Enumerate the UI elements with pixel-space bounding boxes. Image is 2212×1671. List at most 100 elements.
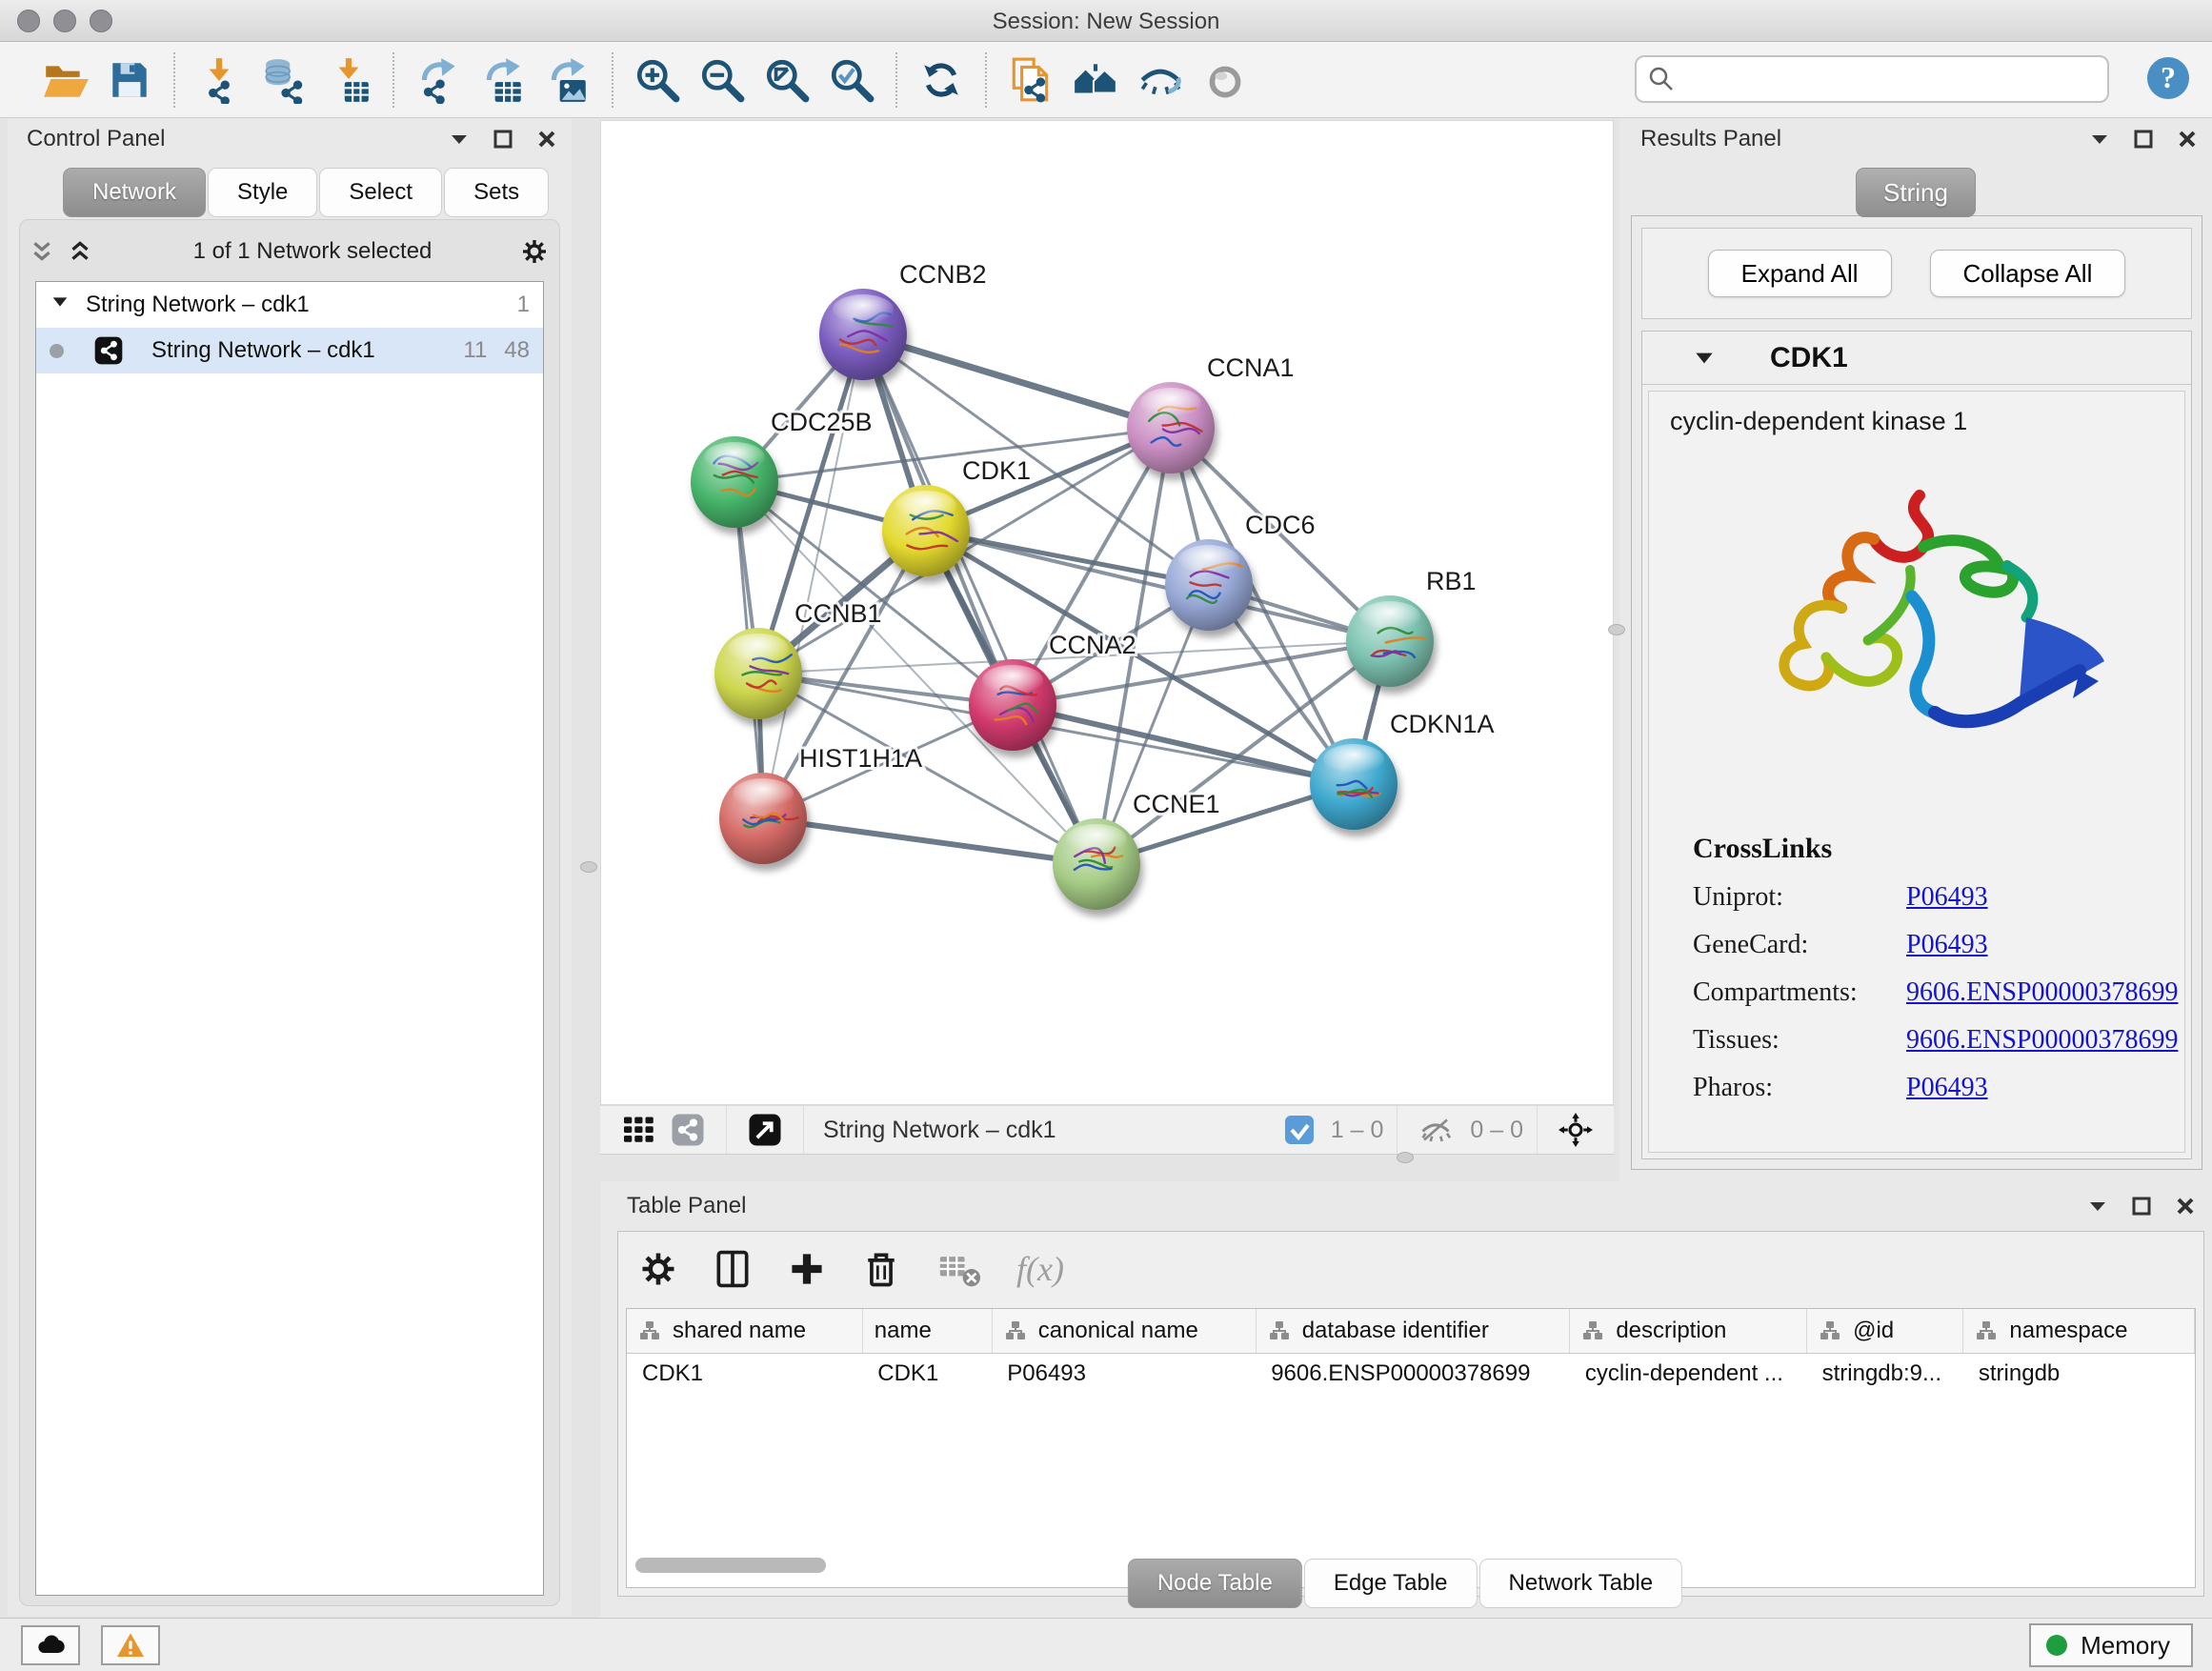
table-cell[interactable]: CDK1 — [627, 1353, 862, 1395]
tab-sets[interactable]: Sets — [444, 168, 549, 217]
network-node-CCNB1[interactable]: CCNB1 — [714, 599, 882, 719]
expand-all-icon[interactable] — [68, 239, 92, 264]
column-header-description[interactable]: description — [1570, 1309, 1807, 1353]
panel-close-icon[interactable] — [2174, 1195, 2197, 1218]
table-cell[interactable]: P06493 — [992, 1353, 1256, 1395]
pan-move-icon[interactable] — [1558, 1113, 1593, 1147]
network-options-gear-icon[interactable] — [519, 236, 550, 267]
zoom-out-button[interactable] — [695, 53, 749, 107]
zoom-in-button[interactable] — [631, 53, 684, 107]
network-node-HIST1H1A[interactable]: HIST1H1A — [719, 744, 922, 864]
column-header-name[interactable]: name — [862, 1309, 992, 1353]
tab-node-table[interactable]: Node Table — [1128, 1559, 1302, 1608]
network-collection-row[interactable]: String Network – cdk1 1 — [36, 282, 543, 328]
export-image-button[interactable] — [541, 53, 594, 107]
hidden-eye-icon[interactable] — [1418, 1113, 1453, 1147]
panel-close-icon[interactable] — [2176, 128, 2199, 151]
grid-view-icon[interactable] — [621, 1113, 655, 1147]
network-node-CDK1[interactable]: CDK1 — [882, 456, 1031, 576]
column-header-canonical-name[interactable]: canonical name — [992, 1309, 1256, 1353]
show-all-networks-button[interactable] — [1069, 53, 1122, 107]
tab-network-table[interactable]: Network Table — [1479, 1559, 1683, 1608]
network-view[interactable]: CCNB2 CCNA1 CDC25B CDK1 CDC6 RB1 CCNB1 C… — [600, 120, 1614, 1105]
table-cell[interactable]: cyclin-dependent ... — [1570, 1353, 1807, 1395]
network-share-view-icon[interactable] — [671, 1113, 705, 1147]
table-cell[interactable]: 9606.ENSP00000378699 — [1256, 1353, 1570, 1395]
delete-column-trash-icon[interactable] — [860, 1248, 902, 1290]
help-icon[interactable]: ? — [2145, 55, 2191, 101]
refresh-button[interactable] — [915, 53, 968, 107]
table-hscrollbar-thumb[interactable] — [635, 1558, 826, 1573]
memory-button[interactable]: Memory — [2029, 1623, 2193, 1667]
expand-all-button[interactable]: Expand All — [1708, 250, 1892, 297]
tab-network[interactable]: Network — [63, 168, 206, 217]
import-table-button[interactable] — [322, 53, 375, 107]
tab-select[interactable]: Select — [319, 168, 442, 217]
collapse-caret-icon[interactable] — [1692, 346, 1717, 371]
column-header-shared-name[interactable]: shared name — [627, 1309, 862, 1353]
node-label-CCNA2: CCNA2 — [1049, 631, 1136, 659]
export-table-button[interactable] — [476, 53, 530, 107]
delete-table-icon[interactable] — [935, 1248, 984, 1290]
network-node-CDKN1A[interactable]: CDKN1A — [1310, 710, 1495, 830]
warnings-button[interactable] — [101, 1625, 160, 1665]
node-result-header[interactable]: CDK1 — [1642, 332, 2191, 385]
panel-close-icon[interactable] — [535, 128, 558, 151]
search-input[interactable] — [1675, 66, 2084, 92]
hide-selected-button[interactable] — [1134, 53, 1187, 107]
table-cell[interactable]: stringdb:9... — [1807, 1353, 1963, 1395]
column-header-namespace[interactable]: namespace — [1963, 1309, 2195, 1353]
network-edge-HIST1H1A-CCNE1[interactable] — [763, 818, 1096, 864]
zoom-selected-button[interactable] — [825, 53, 878, 107]
tab-style[interactable]: Style — [208, 168, 317, 217]
inspector-orb-button[interactable] — [1198, 53, 1252, 107]
table-row[interactable]: CDK1CDK1P064939606.ENSP00000378699cyclin… — [627, 1353, 2195, 1395]
network-node-RB1[interactable]: RB1 — [1346, 567, 1477, 687]
crosslink-link[interactable]: 9606.ENSP00000378699 — [1906, 977, 2178, 1007]
crosslink-link[interactable]: 9606.ENSP00000378699 — [1906, 1025, 2178, 1055]
show-columns-icon[interactable] — [712, 1248, 754, 1290]
cloud-status-button[interactable] — [21, 1625, 80, 1665]
clone-network-button[interactable] — [1004, 53, 1057, 107]
network-node-CCNE1[interactable]: CCNE1 — [1053, 790, 1220, 910]
left-splitter-handle[interactable] — [580, 861, 597, 873]
add-column-icon[interactable] — [786, 1248, 828, 1290]
panel-menu-caret-icon[interactable] — [448, 128, 471, 151]
panel-float-icon[interactable] — [492, 128, 514, 151]
panel-float-icon[interactable] — [2130, 1195, 2153, 1218]
column-header--id[interactable]: @id — [1807, 1309, 1963, 1353]
table-cell[interactable]: stringdb — [1963, 1353, 2195, 1395]
crosslink-link[interactable]: P06493 — [1906, 930, 1988, 959]
column-header-database-identifier[interactable]: database identifier — [1256, 1309, 1570, 1353]
search-box[interactable] — [1635, 55, 2109, 103]
network-node-CCNA2[interactable]: CCNA2 — [969, 631, 1136, 751]
collapse-all-icon[interactable] — [30, 239, 54, 264]
panel-menu-caret-icon[interactable] — [2086, 1195, 2109, 1218]
column-type-icon — [1581, 1319, 1604, 1342]
network-node-CCNA1[interactable]: CCNA1 — [1127, 353, 1295, 473]
import-network-database-button[interactable] — [257, 53, 311, 107]
birdseye-view-icon[interactable] — [748, 1113, 782, 1147]
tree-expand-caret-icon[interactable] — [50, 292, 70, 312]
crosslink-link[interactable]: P06493 — [1906, 1073, 1988, 1102]
network-edge-CCNB2-CCNE1[interactable] — [863, 334, 1096, 864]
panel-float-icon[interactable] — [2132, 128, 2155, 151]
tab-edge-table[interactable]: Edge Table — [1304, 1559, 1478, 1608]
import-network-button[interactable] — [192, 53, 246, 107]
function-builder-icon[interactable]: f(x) — [1016, 1249, 1064, 1289]
collapse-all-button[interactable]: Collapse All — [1930, 250, 2126, 297]
zoom-fit-button[interactable] — [760, 53, 814, 107]
save-session-button[interactable] — [103, 53, 156, 107]
table-settings-gear-icon[interactable] — [637, 1248, 679, 1290]
panel-menu-caret-icon[interactable] — [2088, 128, 2111, 151]
crosslink-link[interactable]: P06493 — [1906, 882, 1988, 912]
selected-checkbox-icon[interactable] — [1285, 1116, 1314, 1144]
table-cell[interactable]: CDK1 — [862, 1353, 992, 1395]
results-tab-string[interactable]: String — [1856, 168, 1976, 217]
open-session-button[interactable] — [38, 53, 91, 107]
horizontal-splitter-handle[interactable] — [1397, 1152, 1414, 1163]
right-splitter-handle[interactable] — [1608, 624, 1625, 635]
export-network-button[interactable] — [412, 53, 465, 107]
network-row[interactable]: String Network – cdk1 11 48 — [36, 328, 543, 373]
network-edge-CCNB2-CCNA1[interactable] — [863, 334, 1171, 428]
